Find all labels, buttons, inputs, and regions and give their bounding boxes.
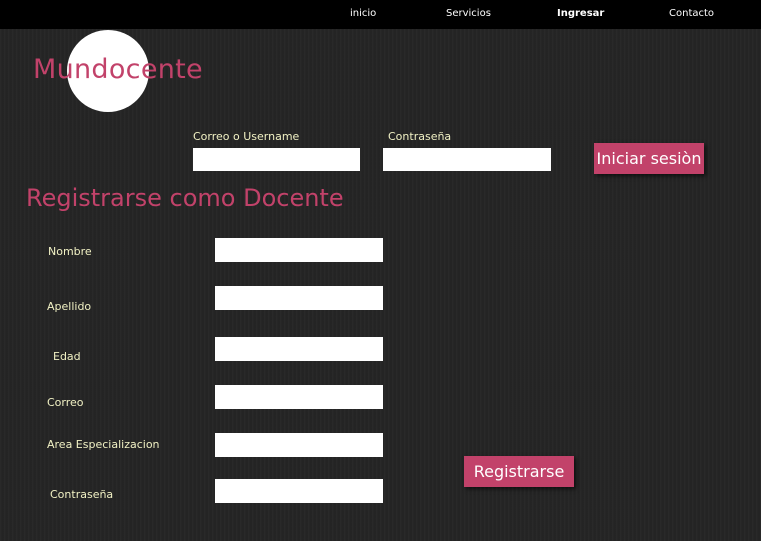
field-label-edad: Edad bbox=[53, 350, 81, 363]
logo-text: Mundocente bbox=[33, 54, 203, 85]
field-label-area-especializacion: Area Especializacion bbox=[47, 438, 160, 451]
edad-input[interactable] bbox=[215, 337, 383, 361]
login-password-label: Contraseña bbox=[388, 130, 452, 143]
register-button[interactable]: Registrarse bbox=[464, 456, 574, 487]
apellido-input[interactable] bbox=[215, 286, 383, 310]
field-label-correo: Correo bbox=[47, 396, 84, 409]
register-title: Registrarse como Docente bbox=[26, 184, 344, 212]
nav-link-inicio[interactable]: inicio bbox=[350, 8, 376, 19]
field-label-nombre: Nombre bbox=[48, 245, 92, 258]
login-password-input[interactable] bbox=[383, 148, 551, 171]
top-nav-bar: inicio Servicios Ingresar Contacto bbox=[0, 0, 761, 29]
login-user-input[interactable] bbox=[193, 148, 360, 171]
register-password-input[interactable] bbox=[215, 479, 383, 503]
login-button[interactable]: Iniciar sesiòn bbox=[594, 143, 704, 174]
login-user-label: Correo o Username bbox=[193, 130, 300, 143]
nav-link-contacto[interactable]: Contacto bbox=[669, 8, 714, 19]
nav-link-ingresar[interactable]: Ingresar bbox=[557, 8, 604, 19]
area-especializacion-input[interactable] bbox=[215, 433, 383, 457]
nav-link-servicios[interactable]: Servicios bbox=[446, 8, 491, 19]
field-label-apellido: Apellido bbox=[47, 300, 92, 313]
nombre-input[interactable] bbox=[215, 238, 383, 262]
correo-input[interactable] bbox=[215, 385, 383, 409]
field-label-contrasena: Contraseña bbox=[50, 488, 114, 501]
